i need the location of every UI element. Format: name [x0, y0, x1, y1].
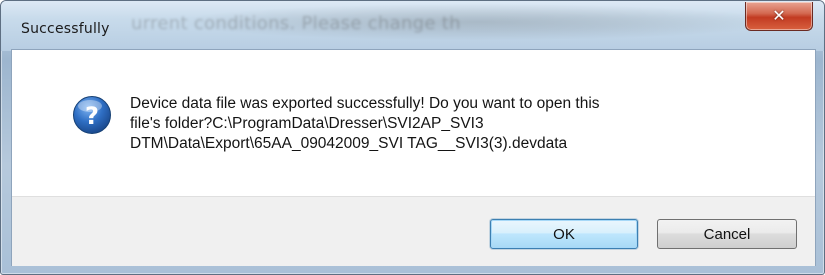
background-window-text: urrent conditions. Please change th — [131, 13, 461, 34]
button-bar: OK Cancel — [12, 196, 815, 266]
titlebar[interactable]: urrent conditions. Please change th Succ… — [1, 1, 824, 51]
close-button[interactable]: ✕ — [745, 2, 813, 31]
dialog-client-area: ? Device data file was exported successf… — [11, 49, 816, 266]
message-panel: ? Device data file was exported successf… — [12, 50, 815, 196]
question-icon: ? — [73, 96, 111, 134]
message-text: Device data file was exported successful… — [130, 95, 600, 152]
svg-text:?: ? — [85, 102, 99, 130]
window-title: Successfully — [21, 21, 110, 37]
close-icon: ✕ — [772, 6, 786, 25]
cancel-button[interactable]: Cancel — [657, 219, 797, 249]
ok-button[interactable]: OK — [490, 219, 638, 249]
message-dialog-window: urrent conditions. Please change th Succ… — [0, 0, 825, 275]
